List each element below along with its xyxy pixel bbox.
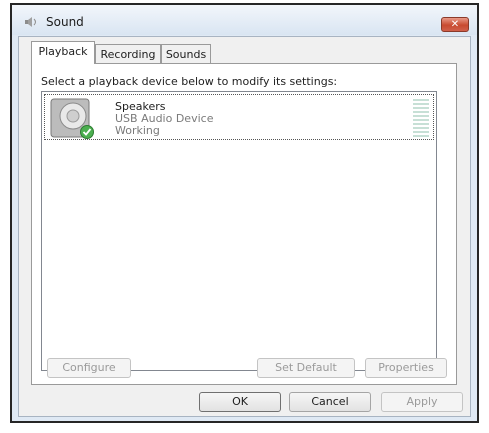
title-bar[interactable]: Sound ✕ xyxy=(12,5,477,35)
ok-button[interactable]: OK xyxy=(199,392,281,412)
set-default-button[interactable]: Set Default xyxy=(257,358,355,378)
tab-playback[interactable]: Playback xyxy=(31,41,95,64)
instruction-text: Select a playback device below to modify… xyxy=(41,75,338,88)
tab-recording[interactable]: Recording xyxy=(95,44,161,64)
list-item[interactable]: Speakers USB Audio Device Working xyxy=(44,94,434,140)
cancel-button[interactable]: Cancel xyxy=(289,392,371,412)
speaker-device-icon xyxy=(50,98,94,139)
volume-level-meter xyxy=(413,99,429,137)
close-button[interactable]: ✕ xyxy=(441,17,469,32)
speaker-icon xyxy=(25,17,36,27)
device-list[interactable]: Speakers USB Audio Device Working xyxy=(41,91,437,371)
configure-button[interactable]: Configure xyxy=(47,358,131,378)
apply-button[interactable]: Apply xyxy=(381,392,463,412)
window-title: Sound xyxy=(46,15,84,29)
properties-button[interactable]: Properties xyxy=(365,358,447,378)
device-status: Working xyxy=(115,124,160,137)
dialog-client-area: Playback Recording Sounds Select a playb… xyxy=(18,36,471,417)
close-icon: ✕ xyxy=(450,19,460,30)
sound-dialog: Sound ✕ Playback Recording Sounds Select… xyxy=(10,3,479,423)
tab-sounds[interactable]: Sounds xyxy=(161,44,211,64)
